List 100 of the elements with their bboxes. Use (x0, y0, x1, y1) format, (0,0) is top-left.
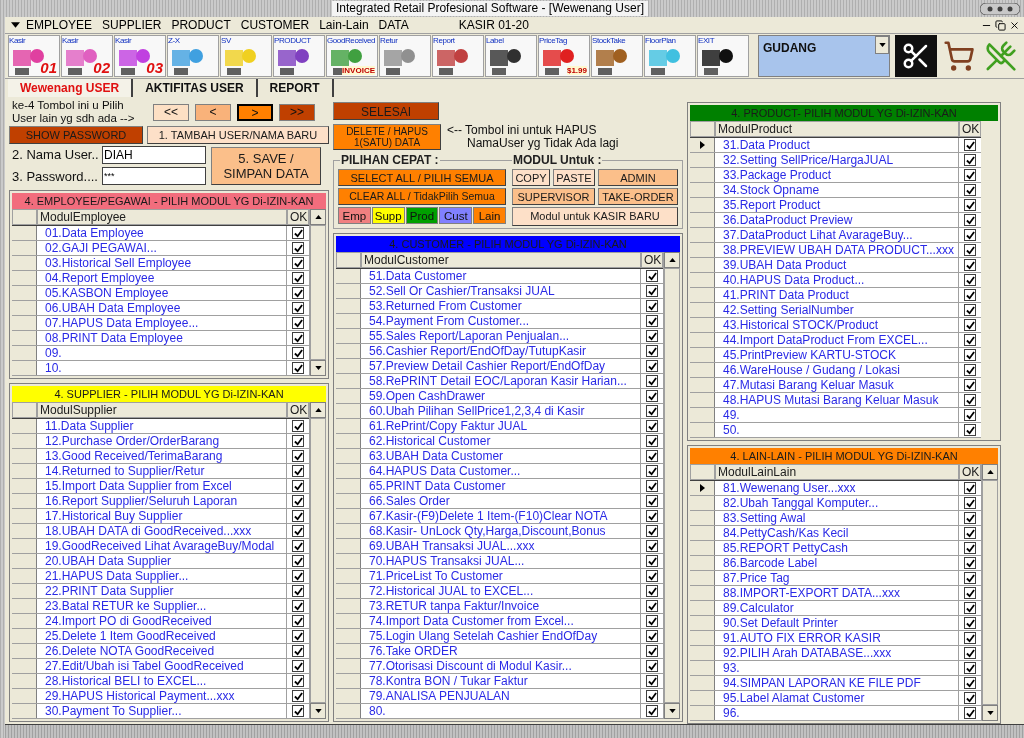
checkbox[interactable] (646, 540, 658, 552)
nav-button[interactable]: << (153, 103, 189, 121)
checkbox[interactable] (964, 482, 976, 494)
password-field[interactable]: *** (102, 167, 206, 186)
toolbar-button[interactable]: Kasir 02 (61, 35, 113, 77)
checkbox[interactable] (646, 480, 658, 492)
nav-button[interactable]: < (195, 103, 231, 121)
checkbox[interactable] (292, 555, 304, 567)
toolbar-button[interactable]: FloorPlan (644, 35, 696, 77)
tab[interactable]: Wewenang USER (8, 79, 134, 97)
checkbox[interactable] (646, 315, 658, 327)
checkbox[interactable] (964, 587, 976, 599)
checkbox[interactable] (646, 405, 658, 417)
checkbox[interactable] (292, 450, 304, 462)
checkbox[interactable] (292, 332, 304, 344)
checkbox[interactable] (292, 317, 304, 329)
toolbar-button[interactable]: EXIT (697, 35, 749, 77)
scrollbar[interactable] (309, 402, 326, 719)
toolbar-button[interactable]: PriceTag $1.99 (538, 35, 590, 77)
toolbar-button[interactable]: Label (485, 35, 537, 77)
checkbox[interactable] (964, 289, 976, 301)
new-cashier-button[interactable]: Modul untuk KASIR BARU (512, 207, 678, 226)
delete-button[interactable]: DELETE / HAPUS 1(SATU) DATA (333, 124, 441, 150)
checkbox[interactable] (964, 139, 976, 151)
checkbox[interactable] (292, 540, 304, 552)
admin-button[interactable]: ADMIN (598, 169, 678, 186)
scroll-down-button[interactable] (310, 360, 326, 376)
checkbox[interactable] (292, 302, 304, 314)
checkbox[interactable] (964, 632, 976, 644)
checkbox[interactable] (964, 379, 976, 391)
checkbox[interactable] (292, 645, 304, 657)
filter-chip[interactable]: Prod (405, 207, 439, 224)
scroll-thumb[interactable] (310, 418, 326, 703)
tab[interactable]: REPORT (257, 79, 334, 97)
checkbox[interactable] (964, 169, 976, 181)
checkbox[interactable] (964, 512, 976, 524)
checkbox[interactable] (646, 555, 658, 567)
checkbox[interactable] (292, 660, 304, 672)
checkbox[interactable] (646, 690, 658, 702)
checkbox[interactable] (964, 647, 976, 659)
toolbar-button[interactable]: Kasir 01 (8, 35, 60, 77)
menu-item[interactable]: CUSTOMER (240, 17, 310, 33)
supervisor-button[interactable]: SUPERVISOR (512, 188, 595, 205)
checkbox[interactable] (964, 304, 976, 316)
paste-button[interactable]: PASTE (553, 169, 595, 186)
checkbox[interactable] (646, 585, 658, 597)
checkbox[interactable] (646, 300, 658, 312)
scrollbar[interactable] (309, 209, 326, 376)
checkbox[interactable] (646, 360, 658, 372)
add-user-button[interactable]: 1. TAMBAH USER/NAMA BARU (147, 126, 329, 144)
checkbox[interactable] (964, 662, 976, 674)
checkbox[interactable] (646, 435, 658, 447)
scrollbar[interactable] (981, 464, 998, 721)
checkbox[interactable] (964, 259, 976, 271)
scroll-up-button[interactable] (982, 464, 998, 480)
checkbox[interactable] (964, 394, 976, 406)
nav-button[interactable]: >> (279, 103, 315, 121)
checkbox[interactable] (964, 334, 976, 346)
checkbox[interactable] (964, 527, 976, 539)
checkbox[interactable] (964, 692, 976, 704)
location-dropdown[interactable]: GUDANG (758, 35, 890, 77)
checkbox[interactable] (964, 274, 976, 286)
checkbox[interactable] (646, 270, 658, 282)
scroll-up-button[interactable] (310, 402, 326, 418)
checkbox[interactable] (964, 409, 976, 421)
menu-item[interactable]: SUPPLIER (102, 17, 162, 33)
scroll-down-button[interactable] (664, 703, 680, 719)
checkbox[interactable] (964, 319, 976, 331)
checkbox[interactable] (964, 349, 976, 361)
checkbox[interactable] (646, 285, 658, 297)
checkbox[interactable] (292, 272, 304, 284)
checkbox[interactable] (646, 525, 658, 537)
tab[interactable]: AKTIFITAS USER (133, 79, 258, 97)
checkbox[interactable] (646, 645, 658, 657)
filter-chip[interactable]: Supp (371, 207, 405, 224)
scroll-thumb[interactable] (982, 480, 998, 705)
checkbox[interactable] (292, 585, 304, 597)
toolbar-button[interactable]: Retur (379, 35, 431, 77)
toolbar-button[interactable]: Report (432, 35, 484, 77)
checkbox[interactable] (964, 154, 976, 166)
filter-chip[interactable]: Cust (439, 207, 473, 224)
toolbar-button[interactable]: SV (220, 35, 272, 77)
checkbox[interactable] (646, 675, 658, 687)
checkbox[interactable] (964, 244, 976, 256)
checkbox[interactable] (964, 184, 976, 196)
checkbox[interactable] (646, 420, 658, 432)
checkbox[interactable] (646, 390, 658, 402)
clear-all-button[interactable]: CLEAR ALL / TidakPilih Semua (338, 188, 506, 205)
select-all-button[interactable]: SELECT ALL / PILIH SEMUA (338, 169, 506, 186)
checkbox[interactable] (646, 660, 658, 672)
window-buttons-icon[interactable] (980, 2, 1020, 15)
scroll-down-button[interactable] (310, 703, 326, 719)
filter-chip[interactable]: Emp (338, 207, 371, 224)
checkbox[interactable] (964, 199, 976, 211)
checkbox[interactable] (292, 675, 304, 687)
checkbox[interactable] (964, 497, 976, 509)
checkbox[interactable] (964, 542, 976, 554)
checkbox[interactable] (964, 707, 976, 719)
checkbox[interactable] (292, 362, 304, 374)
checkbox[interactable] (646, 630, 658, 642)
